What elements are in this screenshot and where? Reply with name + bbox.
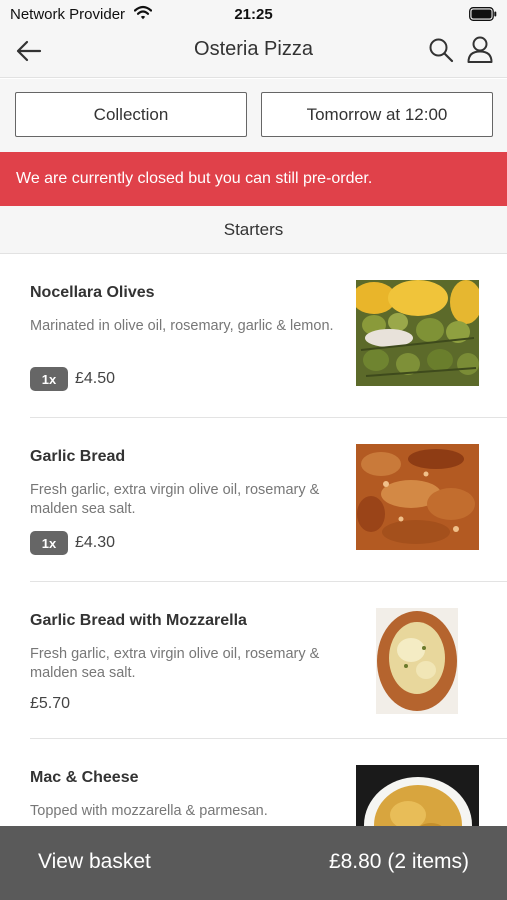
garlic-bread-photo [356,444,479,550]
collection-button[interactable]: Collection [15,92,247,137]
item-description: Fresh garlic, extra virgin olive oil, ro… [30,482,320,517]
closed-banner: We are currently closed but you can stil… [0,152,507,206]
view-basket-label: View basket [38,850,151,873]
menu-item-olives[interactable]: Nocellara Olives Marinated in olive oil,… [30,254,507,418]
user-icon[interactable] [465,34,495,64]
quantity-badge: 1x [30,531,68,555]
item-price: £4.50 [75,370,116,387]
mac-cheese-photo [356,765,479,826]
battery-icon [469,7,497,21]
item-price: £4.30 [75,534,116,551]
item-description: Marinated in olive oil, rosemary, garlic… [30,318,334,334]
menu-item-mac-cheese[interactable]: Mac & Cheese Topped with mozzarella & pa… [30,739,507,826]
status-time: 21:25 [234,6,273,23]
quantity-badge: 1x [30,367,68,391]
item-price-row: 1x £4.30 [30,531,115,555]
item-price-row: £5.70 [30,695,70,713]
status-bar: Network Provider 21:25 [0,0,507,28]
item-name: Garlic Bread with Mozzarella [30,612,247,629]
search-icon[interactable] [427,36,455,64]
menu-item-garlic-bread-mozzarella[interactable]: Garlic Bread with Mozzarella Fresh garli… [30,582,507,739]
item-description: Topped with mozzarella & parmesan. [30,803,268,819]
basket-total: £8.80 (2 items) [328,850,469,873]
item-price-row: 1x £4.50 [30,367,115,391]
order-options: Collection Tomorrow at 12:00 [0,79,507,152]
menu-list: Nocellara Olives Marinated in olive oil,… [0,254,507,826]
olives-photo [356,280,479,386]
order-time-button[interactable]: Tomorrow at 12:00 [261,92,493,137]
view-basket-bar[interactable]: View basket £8.80 (2 items) [0,826,507,900]
item-name: Mac & Cheese [30,769,139,786]
mozzarella-bread-photo [376,608,458,714]
menu-item-garlic-bread[interactable]: Garlic Bread Fresh garlic, extra virgin … [30,418,507,582]
section-header-starters: Starters [0,206,507,254]
item-description: Fresh garlic, extra virgin olive oil, ro… [30,646,320,681]
item-name: Garlic Bread [30,448,126,465]
item-price: £5.70 [30,695,71,712]
nav-bar: Osteria Pizza [0,28,507,78]
item-name: Nocellara Olives [30,284,155,301]
